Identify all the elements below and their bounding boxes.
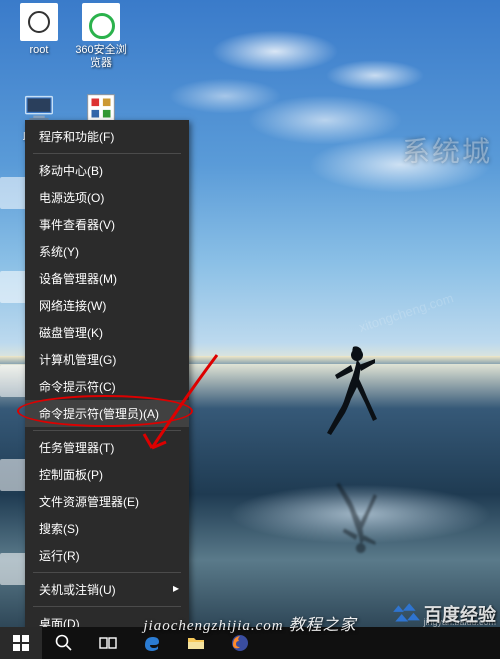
search-button[interactable] <box>42 627 86 659</box>
menu-item-event-viewer[interactable]: 事件查看器(V) <box>25 211 189 238</box>
menu-item-label: 命令提示符(管理员)(A) <box>39 407 159 421</box>
menu-item-device-manager[interactable]: 设备管理器(M) <box>25 265 189 292</box>
desktop-icon-root[interactable]: root <box>8 1 70 87</box>
menu-item-label: 关机或注销(U) <box>39 583 116 597</box>
menu-item-mobility-center[interactable]: 移动中心(B) <box>25 157 189 184</box>
start-button[interactable] <box>0 627 42 659</box>
winx-context-menu: 程序和功能(F) 移动中心(B) 电源选项(O) 事件查看器(V) 系统(Y) … <box>25 120 189 640</box>
browser-360-icon <box>82 3 120 41</box>
menu-separator <box>33 153 181 154</box>
menu-item-power-options[interactable]: 电源选项(O) <box>25 184 189 211</box>
menu-separator <box>33 572 181 573</box>
task-view-button[interactable] <box>86 627 130 659</box>
wallpaper-runner-reflection <box>325 468 385 558</box>
desktop-icon-label: root <box>30 44 49 57</box>
menu-item-run[interactable]: 运行(R) <box>25 542 189 569</box>
menu-item-task-manager[interactable]: 任务管理器(T) <box>25 434 189 461</box>
screen: root 360安全浏览器 此电脑 Game 程序和功能(F) <box>0 0 500 659</box>
menu-item-command-prompt-admin[interactable]: 命令提示符(管理员)(A) <box>25 400 189 427</box>
menu-item-file-explorer[interactable]: 文件资源管理器(E) <box>25 488 189 515</box>
menu-item-system[interactable]: 系统(Y) <box>25 238 189 265</box>
folder-icon <box>20 3 58 41</box>
menu-item-disk-management[interactable]: 磁盘管理(K) <box>25 319 189 346</box>
menu-item-shutdown-signout[interactable]: 关机或注销(U) ▸ <box>25 576 189 603</box>
desktop-icon-360browser[interactable]: 360安全浏览器 <box>70 1 132 87</box>
chevron-right-icon: ▸ <box>173 581 179 595</box>
menu-item-network-connections[interactable]: 网络连接(W) <box>25 292 189 319</box>
menu-item-computer-management[interactable]: 计算机管理(G) <box>25 346 189 373</box>
menu-item-search[interactable]: 搜索(S) <box>25 515 189 542</box>
menu-separator <box>33 430 181 431</box>
edge-button[interactable] <box>130 627 174 659</box>
firefox-button[interactable] <box>218 627 262 659</box>
desktop-icon-label: 360安全浏览器 <box>72 44 130 69</box>
menu-item-programs-features[interactable]: 程序和功能(F) <box>25 123 189 150</box>
menu-item-command-prompt[interactable]: 命令提示符(C) <box>25 373 189 400</box>
file-explorer-button[interactable] <box>174 627 218 659</box>
menu-item-control-panel[interactable]: 控制面板(P) <box>25 461 189 488</box>
taskbar <box>0 627 500 659</box>
menu-separator <box>33 606 181 607</box>
wallpaper-runner <box>315 343 385 453</box>
